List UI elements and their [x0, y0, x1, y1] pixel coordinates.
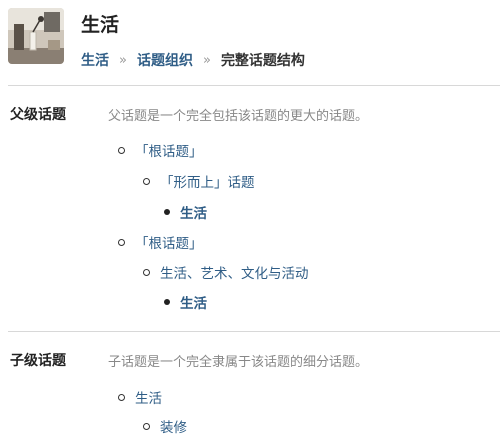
topic-thumbnail[interactable]: [8, 8, 64, 64]
topic-link-decoration[interactable]: 装修: [160, 416, 187, 436]
topic-link-root[interactable]: 「根话题」: [135, 140, 203, 160]
bullet-icon: [143, 268, 150, 276]
list-item: 「根话题」: [118, 232, 203, 252]
topic-link-life[interactable]: 生活: [180, 292, 207, 312]
topic-link-life[interactable]: 生活: [135, 387, 162, 407]
bullet-icon: [143, 177, 150, 185]
bullet-icon: [118, 146, 125, 154]
list-item: 生活: [118, 387, 162, 407]
breadcrumb-current: 完整话题结构: [220, 53, 305, 69]
topic-header: 生活 生活 » 话题组织 » 完整话题结构: [0, 0, 500, 84]
list-item: 生活: [164, 202, 207, 222]
list-item: 生活: [164, 292, 207, 312]
topic-link-life[interactable]: 生活: [180, 202, 207, 222]
bullet-icon: [143, 422, 150, 430]
child-section-label: 子级话题: [10, 353, 66, 369]
list-item: 生活、艺术、文化与活动: [143, 262, 309, 282]
breadcrumb-separator-icon: »: [202, 52, 211, 68]
child-section-description: 子话题是一个完全隶属于该话题的细分话题。: [108, 355, 369, 370]
breadcrumb: 生活 » 话题组织 » 完整话题结构: [81, 50, 305, 70]
section-divider: [8, 331, 500, 332]
bullet-icon: [118, 393, 125, 401]
bullet-icon: [118, 238, 125, 246]
list-item: 「根话题」: [118, 140, 203, 160]
breadcrumb-separator-icon: »: [119, 52, 127, 68]
header-divider: [8, 85, 500, 86]
list-item: 装修: [143, 416, 187, 436]
parent-section-description: 父话题是一个完全包括该话题的更大的话题。: [108, 109, 369, 124]
breadcrumb-link-life[interactable]: 生活: [81, 50, 109, 70]
parent-section-label: 父级话题: [10, 107, 66, 123]
page-title: 生活: [81, 14, 120, 36]
desk-lamp-photo-icon: [8, 8, 64, 64]
topic-link-root[interactable]: 「根话题」: [135, 232, 203, 252]
topic-link-metaphysics[interactable]: 「形而上」话题: [160, 171, 255, 191]
breadcrumb-link-organization[interactable]: 话题组织: [137, 50, 193, 70]
topic-link-life-arts-culture[interactable]: 生活、艺术、文化与活动: [160, 262, 309, 282]
bullet-icon: [164, 299, 170, 305]
list-item: 「形而上」话题: [143, 171, 255, 191]
bullet-icon: [164, 209, 170, 215]
